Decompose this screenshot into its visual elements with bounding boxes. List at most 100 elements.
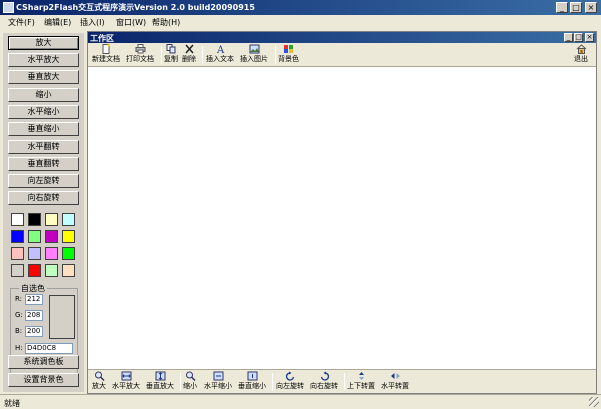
rotate-left-button[interactable]: 向左旋转 [8,174,79,188]
flip-vertical-button[interactable]: 上下转置 [347,371,375,393]
minimize-icon[interactable]: _ [556,2,568,13]
copy-icon [166,44,175,54]
bottom-rotate-right-button[interactable]: 向右旋转 [310,371,338,393]
bottom-horizontal-zoom-out-button[interactable]: 水平缩小 [204,371,232,393]
r-input[interactable]: 212 [25,294,43,305]
drawing-canvas[interactable] [88,68,596,370]
color-preview [49,295,75,339]
horizontal-flip-button[interactable]: 水平翻转 [8,140,79,154]
copy-label: 复制 [164,55,178,63]
color-swatch[interactable] [11,247,24,260]
print-document-label: 打印文档 [126,55,154,63]
toolbar-separator [272,373,273,391]
color-swatch[interactable] [45,264,58,277]
zoom-out-button[interactable]: 缩小 [8,88,79,102]
bottom-rotate-left-label: 向左旋转 [276,382,304,390]
b-input[interactable]: 200 [25,326,43,337]
bottom-horizontal-zoom-in-button[interactable]: 水平放大 [112,371,140,393]
new-document-button[interactable]: 新建文档 [92,44,120,66]
menu-file[interactable]: 文件(F) [8,17,35,28]
workspace-restore-icon[interactable]: □ [574,33,583,42]
g-label: G: [15,311,23,319]
bottom-vertical-zoom-in-button[interactable]: 垂直放大 [146,371,174,393]
color-swatch[interactable] [28,230,41,243]
bottom-vertical-zoom-out-button[interactable]: 垂直缩小 [238,371,266,393]
horizontal-zoom-in-button[interactable]: 水平放大 [8,53,79,67]
menu-insert[interactable]: 插入(I) [80,17,105,28]
insert-image-button[interactable]: 插入图片 [240,44,268,66]
new-document-label: 新建文档 [92,55,120,63]
workspace-top-toolbar: 新建文档 打印文档 复制 删除 A 插入文本 插入图片 背景色 退出 [88,43,596,67]
toolbar-separator [202,46,203,64]
background-color-button[interactable]: 背景色 [278,44,299,66]
window-titlebar[interactable]: CSharp2Flash交互式程序演示Version 2.0 build2009… [0,0,601,15]
menu-bar: 文件(F) 编辑(E) 插入(I) 窗口(W) 帮助(H) [0,15,601,29]
color-swatch[interactable] [28,247,41,260]
new-document-icon [102,44,110,54]
vertical-zoom-in-button[interactable]: 垂直放大 [8,70,79,84]
bottom-horizontal-zoom-in-label: 水平放大 [112,382,140,390]
color-swatch[interactable] [62,230,75,243]
rotate-left-icon [285,371,294,381]
color-swatch[interactable] [45,247,58,260]
color-swatch[interactable] [11,213,24,226]
flip-vertical-label: 上下转置 [347,382,375,390]
color-swatch[interactable] [28,213,41,226]
magnifier-icon [94,371,105,381]
system-palette-button[interactable]: 系统调色板 [8,355,79,369]
text-icon: A [216,45,225,54]
r-label: R: [15,295,23,303]
bottom-zoom-in-button[interactable]: 放大 [92,371,106,393]
flip-horizontal-label: 水平转置 [381,382,409,390]
color-swatch[interactable] [62,264,75,277]
custom-color-group: 自选色 R: 212 G: 208 B: 200 H: D4D0C8 [10,283,78,384]
image-icon [249,44,259,54]
copy-button[interactable]: 复制 [164,44,178,66]
color-swatch[interactable] [45,213,58,226]
workspace-close-icon[interactable]: × [585,33,594,42]
delete-button[interactable]: 删除 [182,44,196,66]
resize-grip-icon[interactable] [589,397,599,407]
flip-vertical-icon [358,372,364,380]
flip-horizontal-button[interactable]: 水平转置 [381,371,409,393]
status-text: 就绪 [4,399,20,408]
hex-input[interactable]: D4D0C8 [25,343,73,354]
insert-text-label: 插入文本 [206,55,234,63]
zoom-in-button[interactable]: 放大 [8,36,79,50]
close-icon[interactable]: × [585,2,597,13]
bottom-zoom-in-label: 放大 [92,382,106,390]
h-label: H: [15,344,23,352]
color-swatch[interactable] [62,247,75,260]
menu-window[interactable]: 窗口(W) [116,17,146,28]
maximize-icon[interactable]: □ [570,2,582,13]
vertical-shrink-icon [247,371,257,381]
workspace-minimize-icon[interactable]: _ [564,33,573,42]
g-input[interactable]: 208 [25,310,43,321]
status-bar: 就绪 [0,394,601,409]
color-swatch[interactable] [11,264,24,277]
menu-edit[interactable]: 编辑(E) [44,17,71,28]
print-document-button[interactable]: 打印文档 [126,44,154,66]
color-swatch[interactable] [45,230,58,243]
b-label: B: [15,327,23,335]
exit-button[interactable]: 退出 [574,44,588,66]
workspace-window: 工作区 _ □ × 新建文档 打印文档 复制 删除 A 插入文本 插入图片 背景… [87,31,597,394]
horizontal-zoom-out-button[interactable]: 水平缩小 [8,105,79,119]
insert-text-button[interactable]: A 插入文本 [206,44,234,66]
color-swatch[interactable] [11,230,24,243]
delete-label: 删除 [182,55,196,63]
set-background-button[interactable]: 设置背景色 [8,373,79,387]
toolbar-separator [275,46,276,64]
color-swatch[interactable] [28,264,41,277]
toolbar-separator [161,46,162,64]
vertical-flip-button[interactable]: 垂直翻转 [8,157,79,171]
bottom-zoom-out-button[interactable]: 缩小 [183,371,197,393]
bottom-vertical-zoom-out-label: 垂直缩小 [238,382,266,390]
bottom-rotate-left-button[interactable]: 向左旋转 [276,371,304,393]
menu-help[interactable]: 帮助(H) [152,17,180,28]
palette-icon [284,45,293,53]
vertical-zoom-out-button[interactable]: 垂直缩小 [8,122,79,136]
rotate-right-button[interactable]: 向右旋转 [8,191,79,205]
workspace-titlebar[interactable]: 工作区 _ □ × [88,32,596,43]
color-swatch[interactable] [62,213,75,226]
